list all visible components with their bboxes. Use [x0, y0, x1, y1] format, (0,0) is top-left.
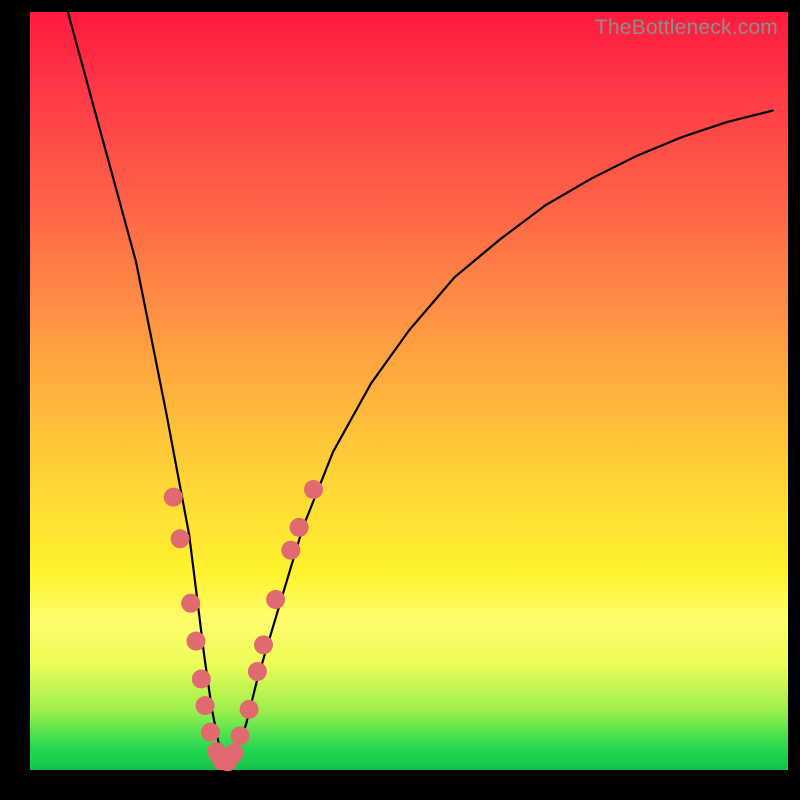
bead-point — [290, 518, 309, 537]
bead-point — [164, 488, 183, 507]
bead-point — [254, 635, 273, 654]
bead-point — [240, 700, 259, 719]
bead-point — [281, 541, 300, 560]
bead-point — [196, 696, 215, 715]
bottleneck-curve — [68, 12, 773, 762]
curve-layer — [30, 12, 788, 770]
bead-point — [224, 744, 243, 763]
bead-point — [201, 723, 220, 742]
bead-point — [171, 529, 190, 548]
bead-point — [231, 726, 250, 745]
bead-point — [192, 670, 211, 689]
bead-point — [304, 480, 323, 499]
bead-point — [248, 662, 267, 681]
chart-frame: TheBottleneck.com — [0, 0, 800, 800]
bead-point — [187, 632, 206, 651]
bead-point — [181, 594, 200, 613]
bead-point — [266, 590, 285, 609]
plot-area: TheBottleneck.com — [30, 12, 788, 770]
